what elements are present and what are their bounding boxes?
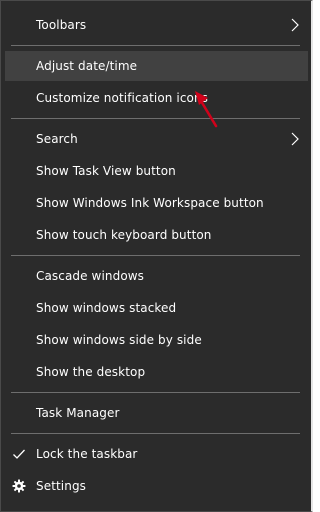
menu-item-show-touch-keyboard[interactable]: Show touch keyboard button: [5, 220, 308, 250]
checkmark-icon: [13, 449, 25, 459]
menu-item-label: Task Manager: [36, 406, 120, 420]
menu-item-label: Show Task View button: [36, 164, 176, 178]
menu-item-label: Search: [36, 132, 78, 146]
menu-separator: [11, 118, 300, 119]
menu-item-label: Show windows side by side: [36, 333, 202, 347]
menu-item-settings[interactable]: Settings: [5, 471, 308, 501]
menu-separator: [11, 45, 300, 46]
menu-item-show-task-view[interactable]: Show Task View button: [5, 156, 308, 186]
menu-item-label: Customize notification icons: [36, 91, 209, 105]
menu-item-label: Lock the taskbar: [36, 447, 138, 461]
menu-item-show-windows-stacked[interactable]: Show windows stacked: [5, 293, 308, 323]
chevron-right-icon: [291, 132, 299, 146]
menu-item-label: Adjust date/time: [36, 59, 138, 73]
menu-item-label: Settings: [36, 479, 87, 493]
gear-icon: [12, 479, 26, 493]
menu-separator: [11, 255, 300, 256]
menu-separator: [11, 433, 300, 434]
menu-item-search[interactable]: Search: [5, 124, 308, 154]
menu-item-adjust-datetime[interactable]: Adjust date/time: [5, 51, 308, 81]
menu-item-task-manager[interactable]: Task Manager: [5, 398, 308, 428]
menu-item-label: Show Windows Ink Workspace button: [36, 196, 264, 210]
menu-separator: [11, 392, 300, 393]
menu-item-lock-taskbar[interactable]: Lock the taskbar: [5, 439, 308, 469]
menu-item-label: Show windows stacked: [36, 301, 177, 315]
menu-item-cascade-windows[interactable]: Cascade windows: [5, 261, 308, 291]
menu-item-label: Show touch keyboard button: [36, 228, 212, 242]
menu-item-show-desktop[interactable]: Show the desktop: [5, 357, 308, 387]
taskbar-context-menu: Toolbars Adjust date/time Customize noti…: [0, 0, 313, 512]
menu-item-show-windows-side-by-side[interactable]: Show windows side by side: [5, 325, 308, 355]
menu-item-label: Show the desktop: [36, 365, 146, 379]
menu-item-toolbars[interactable]: Toolbars: [5, 10, 308, 40]
menu-item-show-ink-workspace[interactable]: Show Windows Ink Workspace button: [5, 188, 308, 218]
menu-item-label: Toolbars: [36, 18, 87, 32]
chevron-right-icon: [291, 18, 299, 32]
menu-item-customize-notification-icons[interactable]: Customize notification icons: [5, 83, 308, 113]
menu-item-label: Cascade windows: [36, 269, 145, 283]
